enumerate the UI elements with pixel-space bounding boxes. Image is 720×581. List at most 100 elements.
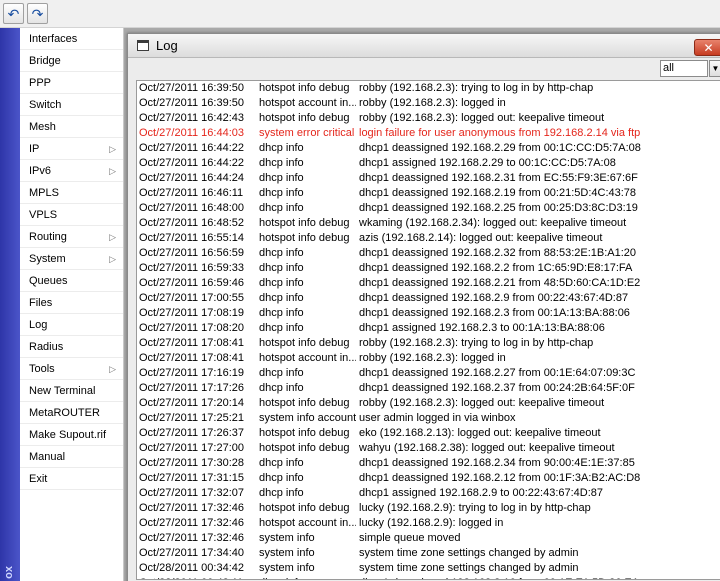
sidebar-item-label: Files [29, 297, 53, 309]
sidebar-item-label: Log [29, 319, 48, 331]
log-message: dhcp1 deassigned 192.168.2.34 from 90:00… [359, 457, 635, 469]
log-row[interactable]: Oct/27/2011 16:56:59 dhcp info dhcp1 deass… [137, 246, 720, 261]
log-row[interactable]: Oct/27/2011 17:32:46 hotspot info debug lu… [137, 501, 720, 516]
log-row[interactable]: Oct/27/2011 17:08:20 dhcp info dhcp1 assig… [137, 321, 720, 336]
log-row[interactable]: Oct/27/2011 16:42:43 hotspot info debug ro… [137, 111, 720, 126]
log-row[interactable]: Oct/27/2011 17:32:46 hotspot account in..… [137, 516, 720, 531]
redo-icon[interactable]: ↷ [27, 3, 48, 24]
log-row[interactable]: Oct/27/2011 17:31:15 dhcp info dhcp1 deass… [137, 471, 720, 486]
log-message: login failure for user anonymous from 19… [359, 127, 641, 139]
filter-row: all ▼ [128, 58, 720, 80]
log-topic: hotspot info debug [259, 397, 350, 409]
sidebar-item-label: Mesh [29, 121, 56, 133]
sidebar-item-mesh[interactable]: Mesh [20, 116, 123, 138]
sidebar-item-exit[interactable]: Exit [20, 468, 123, 490]
log-message: dhcp1 deassigned 192.168.2.37 from 00:24… [359, 382, 635, 394]
log-time: Oct/27/2011 16:59:33 [139, 262, 244, 274]
log-row[interactable]: Oct/27/2011 17:08:19 dhcp info dhcp1 deass… [137, 306, 720, 321]
sidebar-item-manual[interactable]: Manual [20, 446, 123, 468]
log-row[interactable]: Oct/27/2011 17:08:41 hotspot info debug ro… [137, 336, 720, 351]
sidebar-item-ip[interactable]: IP ▷ [20, 138, 123, 160]
log-topic: dhcp info [259, 187, 304, 199]
log-topic: dhcp info [259, 322, 304, 334]
sidebar-item-system[interactable]: System ▷ [20, 248, 123, 270]
log-topic: dhcp info [259, 367, 304, 379]
log-row[interactable]: Oct/27/2011 17:00:55 dhcp info dhcp1 deass… [137, 291, 720, 306]
sidebar-item-routing[interactable]: Routing ▷ [20, 226, 123, 248]
log-row[interactable]: Oct/27/2011 17:08:41 hotspot account in..… [137, 351, 720, 366]
log-list[interactable]: Oct/27/2011 16:39:50 hotspot info debug ro… [136, 80, 720, 580]
log-topic: dhcp info [259, 157, 304, 169]
log-row[interactable]: Oct/27/2011 16:59:33 dhcp info dhcp1 deass… [137, 261, 720, 276]
sidebar-item-queues[interactable]: Queues [20, 270, 123, 292]
sidebar-item-ipv6[interactable]: IPv6 ▷ [20, 160, 123, 182]
log-row[interactable]: Oct/27/2011 16:46:11 dhcp info dhcp1 deass… [137, 186, 720, 201]
sidebar-item-mpls[interactable]: MPLS [20, 182, 123, 204]
log-time: Oct/27/2011 17:08:41 [139, 352, 244, 364]
sidebar-item-interfaces[interactable]: Interfaces [20, 28, 123, 50]
log-row[interactable]: Oct/27/2011 16:48:52 hotspot info debug wk… [137, 216, 720, 231]
sidebar-item-tools[interactable]: Tools ▷ [20, 358, 123, 380]
log-time: Oct/27/2011 16:44:24 [139, 172, 244, 184]
sidebar-item-label: Tools [29, 363, 55, 375]
log-row[interactable]: Oct/27/2011 16:44:22 dhcp info dhcp1 deass… [137, 141, 720, 156]
log-message: robby (192.168.2.3): logged out: keepali… [359, 112, 605, 124]
log-row[interactable]: Oct/27/2011 17:20:14 hotspot info debug ro… [137, 396, 720, 411]
log-time: Oct/27/2011 16:44:22 [139, 157, 244, 169]
log-row[interactable]: Oct/27/2011 17:17:26 dhcp info dhcp1 deass… [137, 381, 720, 396]
sidebar-item-make-supout-rif[interactable]: Make Supout.rif [20, 424, 123, 446]
log-row[interactable]: Oct/27/2011 17:27:00 hotspot info debug wa… [137, 441, 720, 456]
log-time: Oct/27/2011 17:34:40 [139, 547, 244, 559]
submenu-arrow-icon: ▷ [109, 254, 116, 264]
log-message: user admin logged in via winbox [359, 412, 516, 424]
log-time: Oct/27/2011 17:32:46 [139, 517, 244, 529]
log-message: dhcp1 assigned 192.168.2.3 to 00:1A:13:B… [359, 322, 605, 334]
log-message: dhcp1 deassigned 192.168.2.29 from 00:1C… [359, 142, 641, 154]
sidebar-item-switch[interactable]: Switch [20, 94, 123, 116]
log-row[interactable]: Oct/27/2011 16:44:22 dhcp info dhcp1 assig… [137, 156, 720, 171]
log-row[interactable]: Oct/27/2011 17:30:28 dhcp info dhcp1 deass… [137, 456, 720, 471]
window-titlebar[interactable]: Log ✕ [128, 34, 720, 58]
log-time: Oct/27/2011 16:44:03 [139, 127, 244, 139]
log-row[interactable]: Oct/27/2011 17:25:21 system info account u… [137, 411, 720, 426]
topic-filter-select[interactable]: all [660, 60, 708, 77]
chevron-down-icon[interactable]: ▼ [709, 60, 720, 77]
log-time: Oct/27/2011 17:26:37 [139, 427, 244, 439]
log-message: azis (192.168.2.14): logged out: keepali… [359, 232, 603, 244]
log-topic: hotspot info debug [259, 82, 350, 94]
undo-icon[interactable]: ↶ [3, 3, 24, 24]
log-time: Oct/27/2011 17:08:41 [139, 337, 244, 349]
log-row[interactable]: Oct/27/2011 16:39:50 hotspot account in..… [137, 96, 720, 111]
log-row[interactable]: Oct/27/2011 17:34:40 system info system ti… [137, 546, 720, 561]
log-row[interactable]: Oct/27/2011 16:55:14 hotspot info debug az… [137, 231, 720, 246]
log-row[interactable]: Oct/27/2011 16:48:00 dhcp info dhcp1 deass… [137, 201, 720, 216]
sidebar-item-log[interactable]: Log [20, 314, 123, 336]
log-time: Oct/28/2011 00:34:42 [139, 562, 244, 574]
log-time: Oct/28/2011 00:42:11 [139, 576, 257, 579]
sidebar-item-new-terminal[interactable]: New Terminal [20, 380, 123, 402]
log-row[interactable]: Oct/27/2011 17:32:07 dhcp info dhcp1 assig… [137, 486, 720, 501]
sidebar-item-label: IPv6 [29, 165, 52, 177]
close-button[interactable]: ✕ [694, 39, 720, 56]
sidebar-item-vpls[interactable]: VPLS [20, 204, 123, 226]
log-row[interactable]: Oct/27/2011 16:39:50 hotspot info debug ro… [137, 81, 720, 96]
log-row[interactable]: Oct/27/2011 16:59:46 dhcp info dhcp1 deass… [137, 276, 720, 291]
sidebar-item-radius[interactable]: Radius [20, 336, 123, 358]
log-row[interactable]: Oct/27/2011 17:32:46 system info simple qu… [137, 531, 720, 546]
sidebar-item-ppp[interactable]: PPP [20, 72, 123, 94]
log-row[interactable]: Oct/27/2011 16:44:24 dhcp info dhcp1 deass… [137, 171, 720, 186]
log-row[interactable]: Oct/27/2011 17:26:37 hotspot info debug ek… [137, 426, 720, 441]
log-message: dhcp1 assigned 192.168.2.9 to 00:22:43:6… [359, 487, 604, 499]
window-icon [137, 40, 149, 51]
log-row[interactable]: Oct/28/2011 00:42:11dhcp infodhcp1 deass… [137, 576, 720, 579]
window-title: Log [156, 38, 178, 53]
sidebar-item-label: Switch [29, 99, 62, 111]
log-row[interactable]: Oct/28/2011 00:34:42 system info system ti… [137, 561, 720, 576]
sidebar-item-bridge[interactable]: Bridge [20, 50, 123, 72]
log-message: dhcp1 deassigned 192.168.2.12 from 00:1F… [359, 472, 641, 484]
sidebar-item-files[interactable]: Files [20, 292, 123, 314]
log-row[interactable]: Oct/27/2011 16:44:03 system error critica… [137, 126, 720, 141]
log-window: Log ✕ all ▼ Oct/27/2011 16:39:50 hotspot … [127, 33, 720, 581]
sidebar-item-metarouter[interactable]: MetaROUTER [20, 402, 123, 424]
log-row[interactable]: Oct/27/2011 17:16:19 dhcp info dhcp1 deass… [137, 366, 720, 381]
